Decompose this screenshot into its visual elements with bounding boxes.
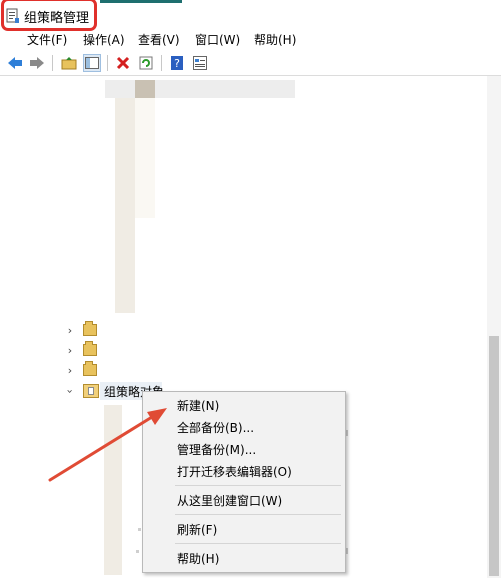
help-icon[interactable]: ? [168, 54, 186, 72]
forward-icon[interactable] [28, 54, 46, 72]
obscured-region [105, 80, 295, 98]
scrollbar-thumb[interactable] [489, 336, 499, 576]
context-item-manage-backups[interactable]: 管理备份(M)... [177, 441, 256, 458]
menu-view[interactable]: 查看(V) [138, 31, 180, 48]
menu-bar: 文件(F) 操作(A) 查看(V) 窗口(W) 帮助(H) [0, 30, 501, 50]
menu-file[interactable]: 文件(F) [27, 31, 67, 48]
title-bar: 组策略管理 [0, 0, 501, 31]
toolbar-separator [107, 55, 108, 71]
chevron-right-icon[interactable]: › [64, 324, 76, 337]
toolbar-separator [161, 55, 162, 71]
up-folder-icon[interactable] [60, 54, 78, 72]
context-item-backup-all[interactable]: 全部备份(B)... [177, 419, 254, 436]
menu-window[interactable]: 窗口(W) [195, 31, 240, 48]
obscured-region [115, 98, 135, 313]
folder-icon [83, 361, 97, 376]
delete-icon[interactable] [114, 54, 132, 72]
context-menu: 新建(N) 全部备份(B)... 管理备份(M)... 打开迁移表编辑器(O) … [142, 391, 346, 573]
tree-node[interactable]: › [64, 341, 97, 359]
toolbar-separator [52, 55, 53, 71]
title-highlight-box [1, 0, 97, 31]
chevron-down-icon[interactable]: › [64, 385, 77, 397]
svg-text:?: ? [174, 57, 180, 70]
gpo-folder-icon [83, 384, 99, 398]
folder-icon [83, 321, 97, 336]
context-item-refresh[interactable]: 刷新(F) [177, 521, 217, 538]
folder-icon [83, 341, 97, 356]
obscured-region [104, 405, 122, 575]
chevron-right-icon[interactable]: › [64, 344, 76, 357]
context-item-new-window[interactable]: 从这里创建窗口(W) [177, 492, 282, 509]
window-edge-strip [100, 0, 182, 3]
context-item-help[interactable]: 帮助(H) [177, 550, 219, 567]
obscured-fragment [136, 550, 139, 553]
tree-node[interactable]: › [64, 321, 97, 339]
menu-separator [175, 485, 341, 486]
obscured-region [135, 98, 155, 218]
properties-icon[interactable] [191, 54, 209, 72]
tree-node-group-policy-objects[interactable]: › [64, 381, 99, 401]
menu-separator [175, 514, 341, 515]
context-item-migration-table-editor[interactable]: 打开迁移表编辑器(O) [177, 463, 292, 480]
chevron-right-icon[interactable]: › [64, 364, 76, 377]
toolbar: ? [0, 51, 501, 76]
tree-node[interactable]: › [64, 361, 97, 379]
menu-separator [175, 543, 341, 544]
menu-action[interactable]: 操作(A) [83, 31, 125, 48]
refresh-icon[interactable] [137, 54, 155, 72]
show-tree-icon[interactable] [83, 54, 101, 72]
menu-help[interactable]: 帮助(H) [254, 31, 296, 48]
obscured-region [135, 80, 155, 98]
back-icon[interactable] [6, 54, 24, 72]
obscured-fragment [138, 528, 141, 531]
context-item-new[interactable]: 新建(N) [177, 397, 219, 414]
